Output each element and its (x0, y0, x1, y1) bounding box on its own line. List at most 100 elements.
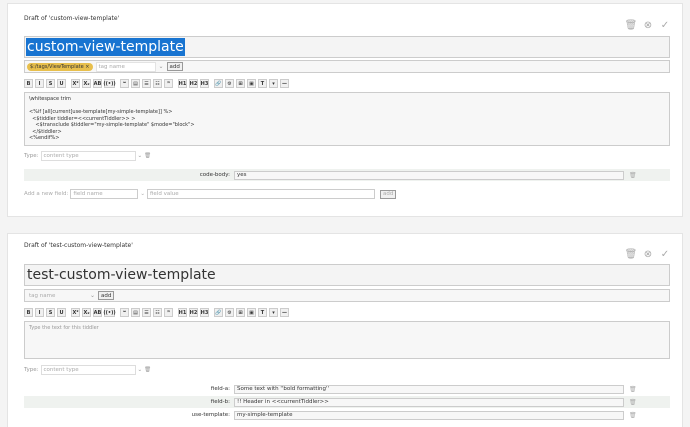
italic-button[interactable]: I (35, 308, 44, 317)
strikethrough-button[interactable]: S (46, 79, 55, 88)
transclude-button[interactable]: ((•)) (103, 308, 116, 317)
field-value-input[interactable]: my-simple-template (234, 410, 624, 420)
italic-button[interactable]: I (35, 79, 44, 88)
title-text: custom-view-template (26, 38, 185, 56)
field-row: field-b: !! Header in <<currentTiddler>>… (24, 396, 670, 408)
trash-icon[interactable]: 🗑 (625, 249, 638, 260)
editor-toolbar: B I S U X² X₂ AB ((•)) ❝ ▤ ☰ ☷ ❞ H1 H2 H3 🔗 ⚙ ⊞ ▣ T ▾ — (24, 79, 289, 88)
number-list-button[interactable]: ☷ (153, 79, 162, 88)
blockquote-button[interactable]: ❞ (164, 308, 173, 317)
type-input[interactable]: content type (40, 151, 136, 161)
body-textarea[interactable]: Type the text for this tiddler (24, 321, 670, 359)
subscript-button[interactable]: X₂ (82, 79, 91, 88)
type-label: Type: (24, 367, 39, 373)
quote-button[interactable]: ❝ (120, 308, 129, 317)
bold-button[interactable]: B (24, 79, 33, 88)
macro-button[interactable]: ⚙ (225, 308, 234, 317)
blockquote-button[interactable]: ❞ (164, 79, 173, 88)
more-button[interactable]: ▾ (269, 79, 278, 88)
trash-icon[interactable]: 🗑 (629, 172, 637, 179)
trash-icon[interactable]: 🗑 (144, 153, 151, 159)
heading3-button[interactable]: H3 (200, 79, 209, 88)
chevron-down-icon[interactable]: ⌄ (138, 153, 143, 159)
chevron-down-icon[interactable]: ⌄ (90, 292, 95, 299)
trash-icon[interactable]: 🗑 (629, 386, 637, 393)
link-button[interactable]: 🔗 (214, 308, 223, 317)
add-tag-button[interactable]: add (166, 62, 183, 71)
tiddler-editor-panel-1: Draft of 'custom-view-template' 🗑 ⊗ ✓ cu… (7, 3, 683, 217)
field-value-input[interactable]: Some text with ''bold formatting'' (234, 384, 624, 394)
tag-name-input[interactable]: tag name (95, 61, 156, 72)
text-button[interactable]: T (258, 308, 267, 317)
add-tag-button[interactable]: add (98, 291, 115, 300)
tiddler-editor-panel-2: Draft of 'test-custom-view-template' 🗑 ⊗… (7, 233, 683, 427)
editor-controls: 🗑 ⊗ ✓ (625, 20, 670, 31)
cancel-icon[interactable]: ⊗ (643, 249, 653, 260)
number-list-button[interactable]: ☷ (153, 308, 162, 317)
type-row: Type: content type ⌄ 🗑 (24, 151, 151, 161)
quote-button[interactable]: ❝ (120, 79, 129, 88)
paragraph-button[interactable]: ▤ (131, 308, 140, 317)
add-field-button[interactable]: add (379, 189, 397, 199)
superscript-button[interactable]: X² (71, 308, 80, 317)
tag-pill[interactable]: $:/tags/ViewTemplate × (27, 62, 93, 71)
type-row: Type: content type ⌄ 🗑 (24, 365, 151, 375)
new-field-value-input[interactable]: field value (146, 189, 375, 199)
draft-label: Draft of 'custom-view-template' (24, 15, 120, 22)
field-name: code-body: (199, 172, 230, 178)
new-field-name-input[interactable]: field name (70, 189, 139, 199)
small-caps-button[interactable]: AB (93, 308, 102, 317)
cancel-icon[interactable]: ⊗ (643, 20, 653, 31)
heading2-button[interactable]: H2 (189, 79, 198, 88)
field-name: field-b: (210, 399, 230, 405)
type-input[interactable]: content type (40, 365, 136, 375)
bold-button[interactable]: B (24, 308, 33, 317)
title-input[interactable]: test-custom-view-template (24, 264, 670, 286)
picture-button[interactable]: ⊞ (236, 79, 245, 88)
macro-button[interactable]: ⚙ (225, 79, 234, 88)
field-value-input[interactable]: yes (234, 170, 624, 180)
heading2-button[interactable]: H2 (189, 308, 198, 317)
trash-icon[interactable]: 🗑 (144, 367, 151, 373)
new-field-label: Add a new field: (24, 191, 69, 197)
trash-icon[interactable]: 🗑 (625, 20, 638, 31)
subscript-button[interactable]: X₂ (82, 308, 91, 317)
field-row: use-template: my-simple-template 🗑 (24, 409, 670, 421)
underline-button[interactable]: U (57, 79, 66, 88)
superscript-button[interactable]: X² (71, 79, 80, 88)
line-width-button[interactable]: — (280, 308, 289, 317)
small-caps-button[interactable]: AB (93, 79, 102, 88)
field-value-input[interactable]: !! Header in <<currentTiddler>> (234, 397, 624, 407)
chevron-down-icon[interactable]: ⌄ (140, 191, 145, 197)
body-textarea[interactable]: \whitespace trim <%if [all[current]use-te… (24, 92, 670, 146)
checkmark-icon[interactable]: ✓ (660, 20, 670, 31)
more-button[interactable]: ▾ (269, 308, 278, 317)
stamp-button[interactable]: ▣ (247, 308, 256, 317)
checkmark-icon[interactable]: ✓ (660, 249, 670, 260)
trash-icon[interactable]: 🗑 (629, 412, 637, 419)
paragraph-button[interactable]: ▤ (131, 79, 140, 88)
field-row: code-body: yes 🗑 (24, 169, 670, 181)
line-width-button[interactable]: — (280, 79, 289, 88)
transclude-button[interactable]: ((•)) (103, 79, 116, 88)
chevron-down-icon[interactable]: ⌄ (138, 367, 143, 373)
bullet-list-button[interactable]: ☰ (142, 308, 151, 317)
picture-button[interactable]: ⊞ (236, 308, 245, 317)
title-input[interactable]: custom-view-template (24, 36, 670, 58)
tag-editor: tag name ⌄ add (24, 289, 670, 302)
field-name: field-a: (210, 386, 230, 392)
title-text: test-custom-view-template (27, 267, 216, 283)
heading1-button[interactable]: H1 (178, 308, 187, 317)
trash-icon[interactable]: 🗑 (629, 399, 637, 406)
strikethrough-button[interactable]: S (46, 308, 55, 317)
stamp-button[interactable]: ▣ (247, 79, 256, 88)
link-button[interactable]: 🔗 (214, 79, 223, 88)
heading3-button[interactable]: H3 (200, 308, 209, 317)
text-button[interactable]: T (258, 79, 267, 88)
tag-name-input[interactable]: tag name (27, 290, 87, 301)
bullet-list-button[interactable]: ☰ (142, 79, 151, 88)
body-line: <%endif%> (29, 135, 60, 141)
heading1-button[interactable]: H1 (178, 79, 187, 88)
underline-button[interactable]: U (57, 308, 66, 317)
chevron-down-icon[interactable]: ⌄ (159, 63, 164, 70)
